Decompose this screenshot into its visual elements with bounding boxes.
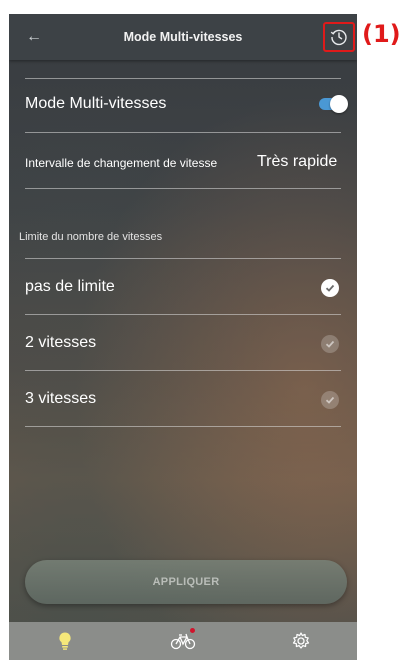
lightbulb-icon: [59, 632, 71, 650]
divider: [25, 258, 341, 259]
limit-section-heading: Limite du nombre de vitesses: [19, 231, 163, 243]
back-button[interactable]: ←: [23, 26, 45, 48]
divider: [25, 314, 341, 315]
header-bar: ← Mode Multi-vitesses: [9, 14, 357, 60]
gear-icon: [292, 632, 310, 649]
tab-bicycle[interactable]: [169, 628, 197, 654]
bottom-tab-bar: [9, 622, 357, 660]
divider: [25, 78, 341, 79]
divider: [25, 188, 341, 189]
notification-dot: [190, 628, 195, 633]
divider: [25, 132, 341, 133]
divider: [25, 370, 341, 371]
arrow-left-icon: ←: [26, 28, 42, 45]
option-label: 2 vitesses: [25, 334, 97, 351]
multi-mode-toggle[interactable]: [319, 95, 348, 113]
divider: [25, 426, 341, 427]
multi-mode-label: Mode Multi-vitesses: [25, 95, 167, 112]
checkmark-icon: [321, 391, 339, 409]
option-label: pas de limite: [25, 278, 115, 295]
history-clock-icon: [330, 29, 347, 46]
callout-label: (1): [362, 20, 401, 48]
apply-button[interactable]: APPLIQUER: [25, 560, 347, 604]
checkmark-icon: [321, 279, 339, 297]
apply-button-label: APPLIQUER: [152, 576, 220, 588]
tab-lightbulb[interactable]: [51, 628, 79, 654]
bicycle-icon: [170, 633, 196, 650]
interval-label: Intervalle de changement de vitesse: [25, 156, 218, 170]
option-label: 3 vitesses: [25, 390, 97, 407]
interval-value[interactable]: Très rapide: [257, 153, 337, 171]
page-title: Mode Multi-vitesses: [123, 30, 243, 44]
history-button[interactable]: [323, 22, 355, 52]
app-screen: ← Mode Multi-vitesses Mode Multi-vitesse…: [9, 14, 357, 660]
tab-settings[interactable]: [287, 628, 315, 654]
toggle-knob: [330, 95, 348, 113]
checkmark-icon: [321, 335, 339, 353]
